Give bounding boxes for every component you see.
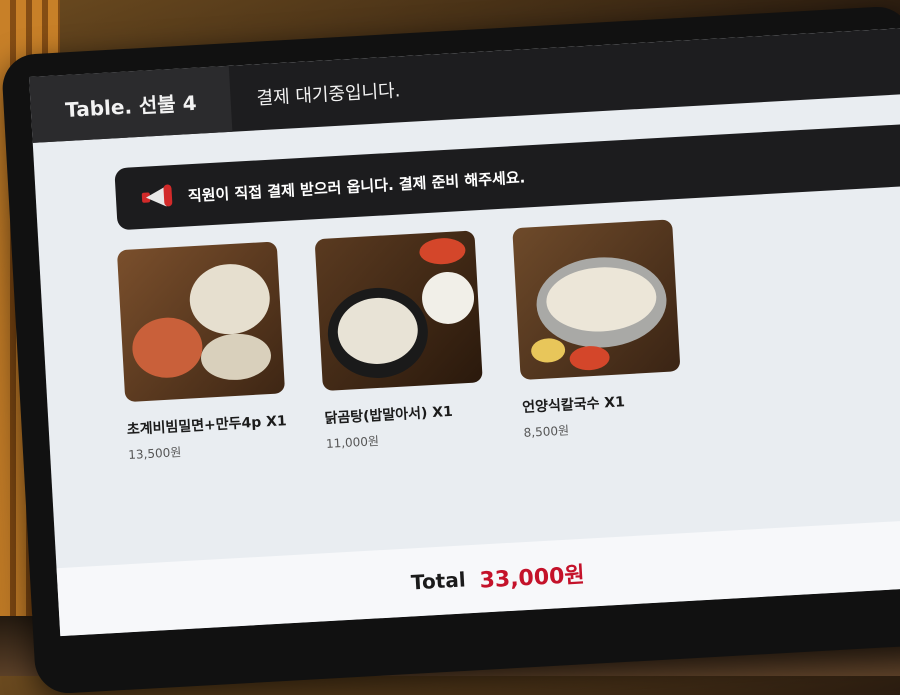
notice-text: 직원이 직접 결제 받으러 옵니다. 결제 준비 해주세요. [187, 167, 526, 205]
food-image-cold-noodles-dumplings [116, 241, 286, 403]
total-label: Total [410, 567, 467, 595]
food-image-knife-noodles [512, 219, 681, 381]
item-price: 11,000원 [325, 434, 380, 451]
payment-status-text: 결제 대기중입니다. [256, 80, 401, 110]
order-item: 닭곰탕(밥말아서) X1 11,000원 [314, 230, 499, 452]
item-price: 8,500원 [523, 423, 570, 440]
order-item: 초계비빔밀면+만두4p X1 13,500원 [116, 241, 301, 463]
tablet-screen: Table. 선불 4 결제 대기중입니다. 직원이 직접 결제 받으러 옵니다… [29, 27, 900, 637]
item-price: 13,500원 [127, 445, 182, 463]
table-label: Table. 선불 4 [29, 65, 233, 143]
item-name: 닭곰탕(밥말아서) X1 [324, 403, 454, 428]
item-name: 초계비빔밀면+만두4p X1 [126, 413, 288, 439]
order-item: 언양식칼국수 X1 8,500원 [512, 219, 696, 441]
item-name: 언양식칼국수 X1 [521, 394, 626, 416]
food-image-chicken-soup [314, 230, 483, 392]
order-items-list: 초계비빔밀면+만두4p X1 13,500원 닭곰탕(밥말아서) X1 11,0… [116, 206, 900, 463]
megaphone-icon [139, 183, 174, 211]
total-value: 33,000원 [478, 562, 586, 594]
